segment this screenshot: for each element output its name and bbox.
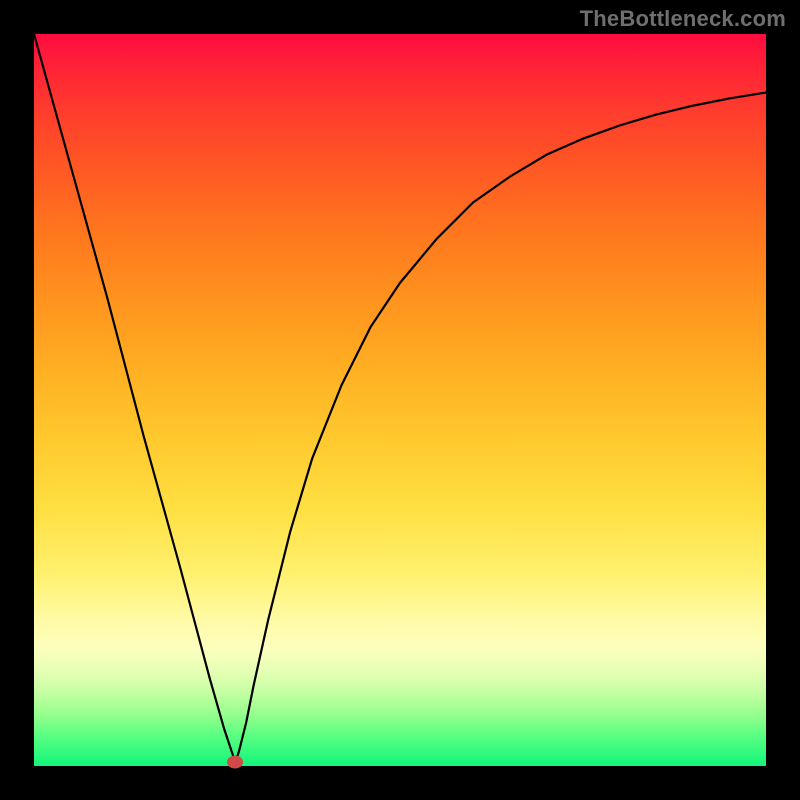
chart-frame: TheBottleneck.com [0,0,800,800]
curve-overlay [34,34,766,766]
watermark-text: TheBottleneck.com [580,6,786,32]
plot-area [34,34,766,766]
optimum-marker [227,756,243,769]
bottleneck-curve [34,34,766,762]
